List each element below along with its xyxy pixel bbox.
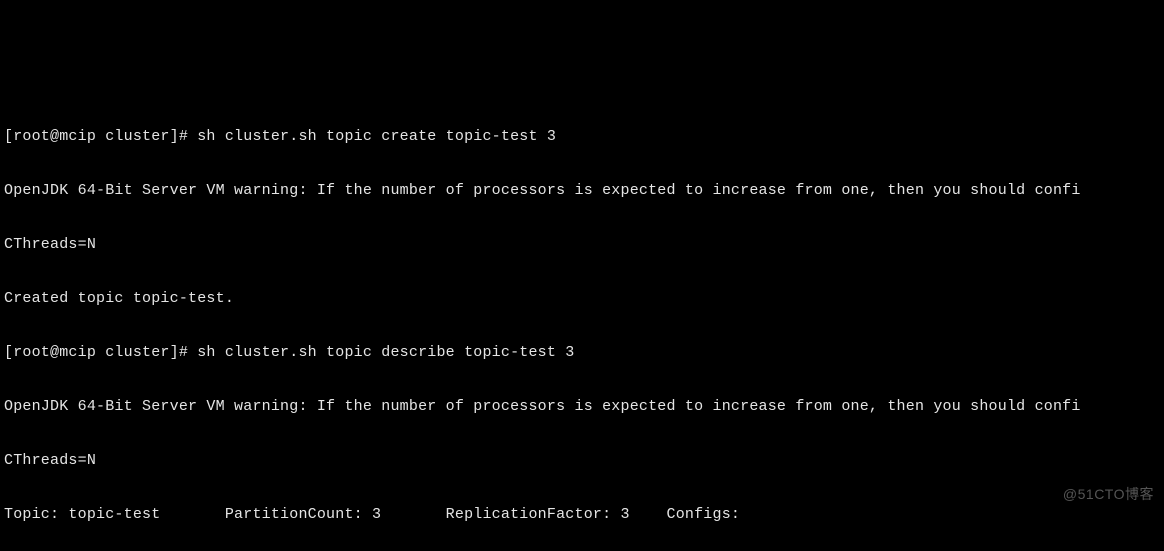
terminal-line: [root@mcip cluster]# sh cluster.sh topic…	[4, 344, 1160, 362]
watermark-text: @51CTO博客	[1063, 485, 1154, 503]
terminal-line: CThreads=N	[4, 236, 1160, 254]
terminal-line: Created topic topic-test.	[4, 290, 1160, 308]
terminal-line: CThreads=N	[4, 452, 1160, 470]
terminal-line: [root@mcip cluster]# sh cluster.sh topic…	[4, 128, 1160, 146]
terminal-output[interactable]: [root@mcip cluster]# sh cluster.sh topic…	[0, 90, 1164, 551]
terminal-line: Topic: topic-test PartitionCount: 3 Repl…	[4, 506, 1160, 524]
terminal-line: OpenJDK 64-Bit Server VM warning: If the…	[4, 398, 1160, 416]
terminal-line: OpenJDK 64-Bit Server VM warning: If the…	[4, 182, 1160, 200]
